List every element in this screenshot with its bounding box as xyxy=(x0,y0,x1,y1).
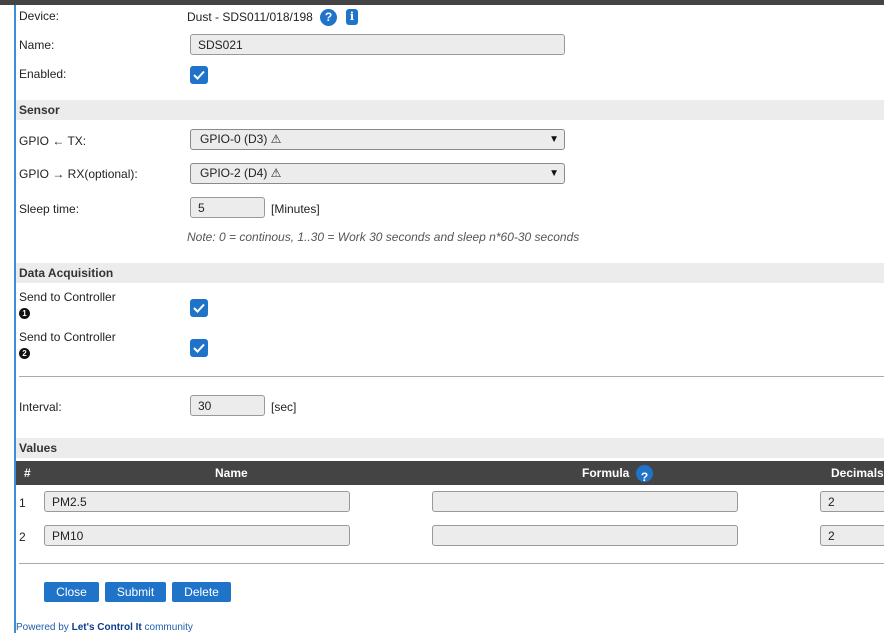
gpio-tx-label: GPIO ← TX: xyxy=(19,134,87,148)
name-label: Name: xyxy=(19,38,55,52)
controller1-checkbox[interactable] xyxy=(190,299,208,317)
controller2-index-badge: 2 xyxy=(19,348,30,359)
interval-unit: [sec] xyxy=(271,400,297,414)
sleep-input[interactable] xyxy=(190,197,265,218)
check-icon xyxy=(193,70,205,80)
section-sensor-title: Sensor xyxy=(19,103,60,117)
info-icon[interactable]: i xyxy=(346,9,358,25)
dropdown-caret-icon: ▼ xyxy=(549,168,559,179)
sleep-unit: [Minutes] xyxy=(271,202,320,216)
footer-prefix: Powered by xyxy=(16,622,69,633)
name-input[interactable] xyxy=(190,34,565,55)
header-decimals: Decimals xyxy=(831,466,884,480)
question-icon[interactable]: ? xyxy=(636,465,653,484)
header-formula: Formula xyxy=(582,466,630,480)
gpio-tx-select[interactable]: GPIO-0 (D3) ⚠ ▼ xyxy=(190,129,565,150)
value-name-input[interactable] xyxy=(44,525,350,546)
value-decimals-input[interactable] xyxy=(820,491,884,512)
section-values-title: Values xyxy=(19,441,58,455)
delete-button[interactable]: Delete xyxy=(172,582,231,602)
table-row-num: 2 xyxy=(19,530,26,544)
values-table-header: # Name Formula ? Decimals xyxy=(16,461,884,485)
footer: Powered by Let's Control It community xyxy=(16,622,193,633)
device-label: Device: xyxy=(19,9,60,23)
controller1-index-badge: 1 xyxy=(19,308,30,319)
table-row-num: 1 xyxy=(19,496,26,510)
close-button[interactable]: Close xyxy=(44,582,99,602)
check-icon xyxy=(193,303,205,313)
device-value: Dust - SDS011/018/198 xyxy=(187,10,313,24)
sleep-label: Sleep time: xyxy=(19,202,80,216)
device-settings-form: Device: Dust - SDS011/018/198 ? i Name: … xyxy=(16,5,884,633)
interval-input[interactable] xyxy=(190,395,265,416)
section-values: Values xyxy=(16,438,884,458)
gpio-rx-label: GPIO → RX(optional): xyxy=(19,167,138,181)
question-icon[interactable]: ? xyxy=(320,9,337,26)
footer-brand-link[interactable]: Let's Control It xyxy=(72,622,142,633)
submit-button[interactable]: Submit xyxy=(105,582,166,602)
section-sensor: Sensor xyxy=(16,100,884,120)
divider xyxy=(19,563,884,564)
dropdown-caret-icon: ▼ xyxy=(549,134,559,145)
check-icon xyxy=(193,343,205,353)
gpio-tx-selected: GPIO-0 (D3) ⚠ xyxy=(200,132,282,146)
interval-label: Interval: xyxy=(19,400,62,414)
divider xyxy=(19,376,884,377)
header-num: # xyxy=(24,466,31,480)
header-name: Name xyxy=(215,466,248,480)
value-decimals-input[interactable] xyxy=(820,525,884,546)
section-data-acquisition: Data Acquisition xyxy=(16,263,884,283)
value-formula-input[interactable] xyxy=(432,491,738,512)
enabled-label: Enabled: xyxy=(19,67,67,81)
value-name-input[interactable] xyxy=(44,491,350,512)
section-data-title: Data Acquisition xyxy=(19,266,114,280)
controller1-label: Send to Controller xyxy=(19,290,116,304)
sleep-note: Note: 0 = continous, 1..30 = Work 30 sec… xyxy=(187,230,580,244)
gpio-rx-select[interactable]: GPIO-2 (D4) ⚠ ▼ xyxy=(190,163,565,184)
controller2-label: Send to Controller xyxy=(19,330,116,344)
footer-suffix: community xyxy=(144,622,193,633)
value-formula-input[interactable] xyxy=(432,525,738,546)
controller2-checkbox[interactable] xyxy=(190,339,208,357)
gpio-rx-selected: GPIO-2 (D4) ⚠ xyxy=(200,166,282,180)
enabled-checkbox[interactable] xyxy=(190,66,208,84)
